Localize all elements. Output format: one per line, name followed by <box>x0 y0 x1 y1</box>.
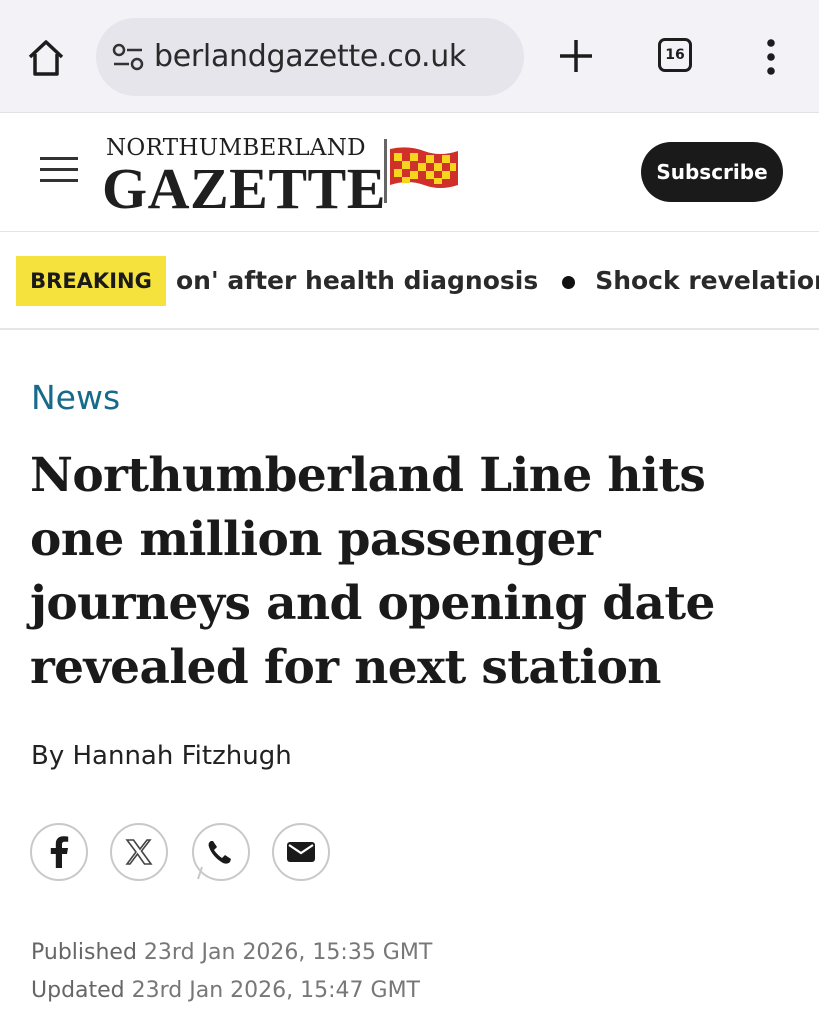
subscribe-button[interactable]: Subscribe <box>641 142 783 202</box>
byline[interactable]: By Hannah Fitzhugh <box>31 738 292 774</box>
whatsapp-icon[interactable] <box>192 823 250 881</box>
hamburger-menu-icon[interactable] <box>40 157 78 187</box>
site-logo[interactable]: NORTHUMBERLAND GAZETTE <box>102 133 462 219</box>
ticker-separator <box>562 275 576 289</box>
x-icon[interactable] <box>110 823 168 881</box>
browser-toolbar: berlandgazette.co.uk 16 <box>0 0 819 113</box>
updated-label: Updated <box>31 978 125 1003</box>
breaking-badge: BREAKING <box>16 256 166 306</box>
plus-icon <box>560 40 592 72</box>
updated-value: 23rd Jan 2026, 15:47 GMT <box>131 978 420 1003</box>
site-info-icon[interactable] <box>112 42 144 72</box>
facebook-icon[interactable] <box>30 823 88 881</box>
address-bar[interactable]: berlandgazette.co.uk <box>96 18 524 96</box>
published-label: Published <box>31 940 137 965</box>
ticker-item[interactable]: on' after health diagnosis <box>176 266 538 295</box>
updated-row: Updated 23rd Jan 2026, 15:47 GMT <box>31 972 432 1010</box>
tab-switcher-icon[interactable]: 16 <box>658 38 692 72</box>
ticker-item[interactable]: Shock revelations <box>595 266 819 295</box>
logo-bottom-text: GAZETTE <box>102 156 386 221</box>
published-row: Published 23rd Jan 2026, 15:35 GMT <box>31 934 432 972</box>
new-tab-button[interactable] <box>556 36 596 76</box>
home-button[interactable] <box>24 36 68 80</box>
northumberland-flag-icon <box>390 147 458 188</box>
published-value: 23rd Jan 2026, 15:35 GMT <box>143 940 433 965</box>
more-vert-icon[interactable] <box>762 38 780 76</box>
url-text[interactable]: berlandgazette.co.uk <box>154 38 512 76</box>
home-icon <box>28 40 64 76</box>
flag-pole <box>384 139 387 203</box>
breaking-news-strip: BREAKING on' after health diagnosis Shock… <box>0 232 819 330</box>
article-dates: Published 23rd Jan 2026, 15:35 GMT Updat… <box>31 934 432 1010</box>
site-header: NORTHUMBERLAND GAZETTE Subscribe <box>0 113 819 232</box>
section-label[interactable]: News <box>31 376 120 420</box>
article-headline: Northumberland Line hits one million pas… <box>30 448 715 695</box>
email-icon[interactable] <box>272 823 330 881</box>
breaking-ticker[interactable]: on' after health diagnosis Shock revelati… <box>176 262 819 300</box>
share-buttons <box>30 823 350 887</box>
